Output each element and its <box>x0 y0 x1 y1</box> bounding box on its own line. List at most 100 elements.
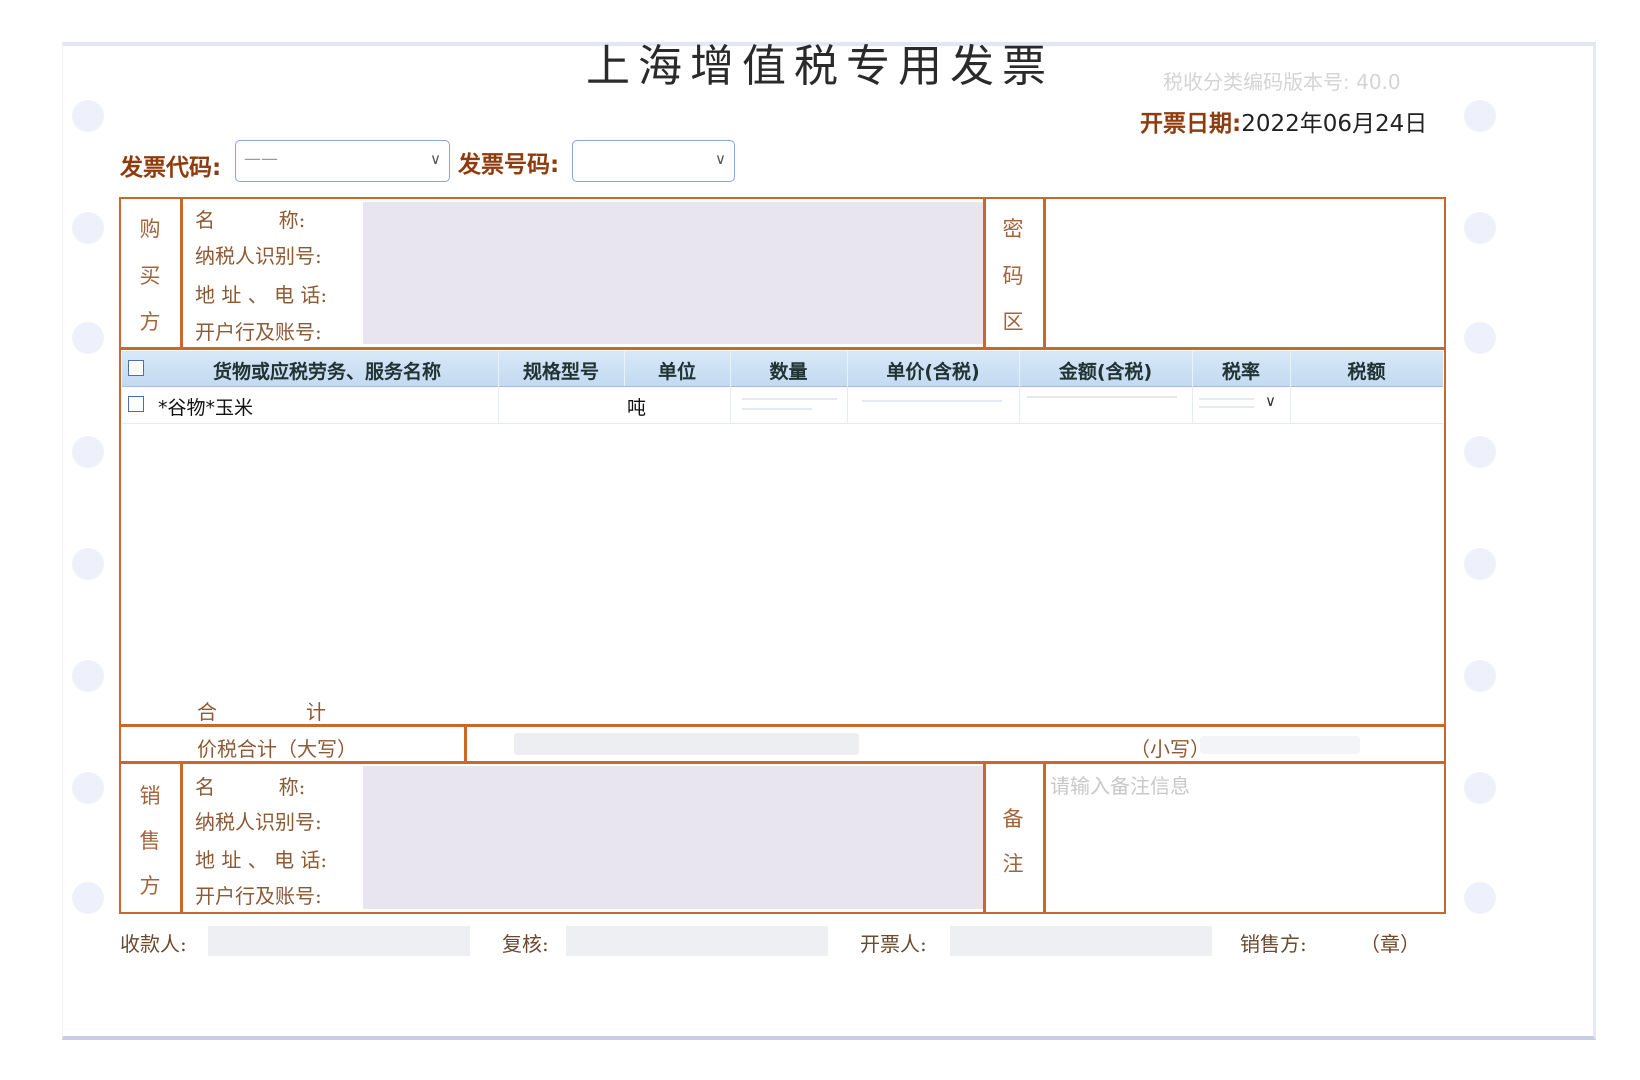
item-price-cell[interactable] <box>862 400 1002 402</box>
seller-label-1: 销 <box>139 784 161 808</box>
issue-date-label: 开票日期: <box>1140 111 1242 137</box>
buyer-info-area[interactable] <box>363 202 983 344</box>
feed-hole <box>1464 212 1496 244</box>
divider <box>119 724 1446 727</box>
issuer-input[interactable] <box>950 926 1212 956</box>
remark-input[interactable]: 请输入备注信息 <box>1046 764 1442 910</box>
col-header-amount: 金额(含税) <box>1058 361 1153 383</box>
cipher-label-3: 区 <box>1002 310 1024 334</box>
feed-hole <box>1464 882 1496 914</box>
buyer-label-2: 买 <box>139 264 161 288</box>
item-amount-cell[interactable] <box>1027 396 1177 398</box>
seller-sign-label: 销售方: <box>1240 932 1307 956</box>
chevron-down-icon: ∨ <box>715 150 726 168</box>
feed-hole <box>72 212 104 244</box>
feed-hole <box>1464 772 1496 804</box>
divider <box>119 347 1446 350</box>
buyer-name-label: 名 称: <box>195 208 306 232</box>
divider <box>180 761 183 914</box>
item-unit-cell[interactable]: 吨 <box>627 393 646 420</box>
remark-label-1: 备 <box>1002 807 1024 831</box>
invoice-code-label: 发票代码: <box>120 155 222 181</box>
seller-taxid-label: 纳税人识别号: <box>195 810 322 834</box>
payee-label: 收款人: <box>120 932 187 956</box>
reviewer-input[interactable] <box>566 926 828 956</box>
row-checkbox[interactable] <box>128 396 144 412</box>
feed-hole <box>1464 660 1496 692</box>
invoice-code-select[interactable]: —— ∨ <box>235 140 450 182</box>
feed-hole <box>72 436 104 468</box>
small-total-label: （小写） <box>1130 737 1210 761</box>
total-label: 合 计 <box>197 700 327 724</box>
cipher-area <box>1048 202 1442 344</box>
buyer-taxid-label: 纳税人识别号: <box>195 244 322 268</box>
seller-label-2: 售 <box>139 829 161 853</box>
invoice-number-select[interactable]: ∨ <box>572 140 735 182</box>
seller-label-3: 方 <box>139 874 161 898</box>
feed-hole <box>1464 548 1496 580</box>
col-header-unit: 单位 <box>657 361 696 383</box>
seller-address-label: 地 址 、 电 话: <box>195 848 328 872</box>
invoice-number-label: 发票号码: <box>458 152 560 178</box>
feed-hole <box>1464 322 1496 354</box>
remark-placeholder: 请输入备注信息 <box>1050 774 1190 798</box>
seller-name-label: 名 称: <box>195 775 306 799</box>
reviewer-label: 复核: <box>502 932 549 956</box>
divider <box>847 386 848 423</box>
divider <box>498 386 499 423</box>
issue-date-value: 2022年06月24日 <box>1241 111 1428 137</box>
feed-hole <box>72 882 104 914</box>
divider <box>730 386 731 423</box>
capital-total-value <box>514 733 859 755</box>
col-header-tax: 税额 <box>1347 361 1386 383</box>
item-name-cell[interactable]: *谷物*玉米 <box>158 393 253 420</box>
chevron-down-icon: ∨ <box>1265 392 1276 410</box>
cipher-label-2: 码 <box>1002 264 1024 288</box>
feed-hole <box>1464 436 1496 468</box>
col-header-qty: 数量 <box>769 361 808 383</box>
tax-rate-select[interactable]: ∨ <box>1197 392 1287 416</box>
item-qty-cell-line <box>742 408 812 410</box>
feed-hole <box>1464 100 1496 132</box>
buyer-bank-label: 开户行及账号: <box>195 320 322 344</box>
invoice-code-value: —— <box>244 149 278 169</box>
item-qty-cell[interactable] <box>742 398 837 400</box>
tax-rate-value <box>1199 398 1254 400</box>
col-header-name: 货物或应税劳务、服务名称 <box>212 361 441 383</box>
divider <box>1192 386 1193 423</box>
col-header-price: 单价(含税) <box>886 361 980 383</box>
cipher-label-1: 密 <box>1002 217 1024 241</box>
seal-label: （章） <box>1360 932 1420 956</box>
payee-input[interactable] <box>208 926 470 956</box>
seller-info-area[interactable] <box>363 766 983 909</box>
small-total-value <box>1200 736 1360 754</box>
issue-date: 开票日期:2022年06月24日 <box>1140 104 1427 138</box>
issuer-label: 开票人: <box>860 932 927 956</box>
buyer-address-label: 地 址 、 电 话: <box>195 283 328 307</box>
select-all-checkbox[interactable] <box>128 360 144 376</box>
divider <box>983 761 986 914</box>
table-row[interactable]: *谷物*玉米 吨 ∨ <box>122 386 1443 424</box>
chevron-down-icon: ∨ <box>430 150 441 168</box>
divider <box>1019 386 1020 423</box>
feed-hole <box>72 772 104 804</box>
items-table-header: 货物或应税劳务、服务名称 规格型号 单位 数量 单价(含税) 金额(含税) 税率… <box>122 351 1443 387</box>
feed-hole <box>72 322 104 354</box>
tax-rate-value-line <box>1199 406 1254 408</box>
buyer-label-3: 方 <box>139 310 161 334</box>
divider <box>983 197 986 349</box>
remark-label-2: 注 <box>1002 852 1024 876</box>
feed-hole <box>72 548 104 580</box>
divider <box>1290 386 1291 423</box>
divider <box>464 724 467 762</box>
capital-total-label: 价税合计（大写） <box>197 737 357 761</box>
divider <box>180 197 183 349</box>
seller-bank-label: 开户行及账号: <box>195 884 322 908</box>
version-label: 税收分类编码版本号: 40.0 <box>1163 70 1401 94</box>
divider <box>1043 197 1046 349</box>
feed-hole <box>72 660 104 692</box>
feed-hole <box>72 100 104 132</box>
col-header-spec: 规格型号 <box>522 361 599 383</box>
buyer-label-1: 购 <box>139 217 161 241</box>
col-header-rate: 税率 <box>1221 361 1260 383</box>
